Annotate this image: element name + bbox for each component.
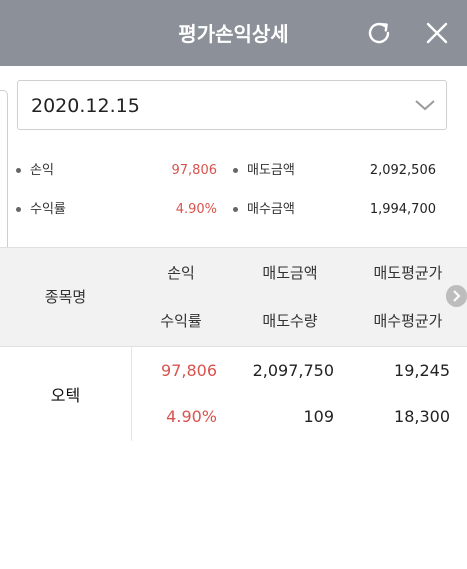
header-sell-amount: 매도금액 [262,264,318,282]
header-sell-quantity: 매도수량 [262,312,318,330]
bullet-icon [16,207,21,212]
row-sell-amount: 2,097,750 [252,361,334,380]
row-avg-sell-price: 19,245 [394,361,450,380]
profit-label: 손익 [30,163,54,178]
header-avg-buy-price: 매수평균가 [373,312,443,330]
refresh-button[interactable] [364,18,394,48]
table-header: 종목명 손익 매도금액 매도평균가 수익률 매도수량 매수평균가 [0,247,467,347]
name-cell: 오텍 [0,346,132,441]
buy-amount-label: 매수금액 [247,202,295,217]
bullet-icon [233,168,238,173]
bullet-icon [16,168,21,173]
date-value: 2020.12.15 [31,95,140,117]
close-icon [426,22,448,44]
stock-name: 오텍 [50,386,81,405]
header-avg-sell-price: 매도평균가 [373,264,443,282]
header-return: 수익률 [160,312,202,330]
chevron-right-icon [453,290,461,302]
header-profit: 손익 [167,264,195,282]
row-sell-quantity: 109 [303,407,334,426]
scroll-right-button[interactable] [446,285,467,307]
summary-row-1: 손익 97,806 매도금액 2,092,506 [0,156,467,186]
summary-row-2: 수익률 4.90% 매수금액 1,994,700 [0,195,467,225]
date-select[interactable]: 2020.12.15 [17,80,447,130]
row-return: 4.90% [166,407,217,426]
header-stock-name: 종목명 [44,288,87,306]
profit-value: 97,806 [171,163,218,178]
row-profit: 97,806 [161,361,217,380]
row-avg-buy-price: 18,300 [394,407,450,426]
header-bar: 평가손익상세 [0,0,467,66]
return-label: 수익률 [30,202,66,217]
return-value: 4.90% [175,202,217,217]
page-title: 평가손익상세 [178,22,289,46]
sell-amount-label: 매도금액 [247,163,295,178]
chevron-down-icon [415,100,435,111]
sell-amount-value: 2,092,506 [369,163,436,178]
close-button[interactable] [422,18,452,48]
buy-amount-value: 1,994,700 [369,202,436,217]
table-row[interactable]: 오텍 97,806 2,097,750 19,245 4.90% 109 18,… [0,346,467,441]
refresh-icon [368,22,390,44]
bullet-icon [233,207,238,212]
